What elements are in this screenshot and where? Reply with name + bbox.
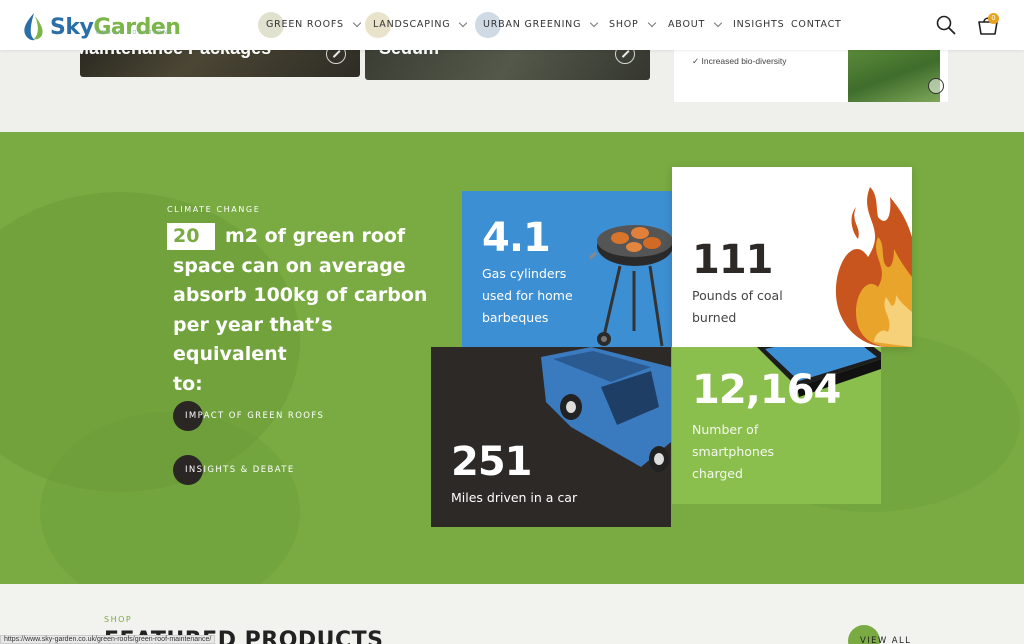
section-kicker: SHOP (104, 615, 133, 624)
nav-label: ABOUT (668, 19, 706, 30)
view-all-button[interactable]: VIEW ALL (860, 636, 911, 644)
logo[interactable]: SkyGarden (22, 10, 181, 44)
nav-label: INSIGHTS (733, 19, 785, 30)
cta-label: INSIGHTS & DEBATE (185, 465, 295, 475)
card-title: Maintenance Packages (80, 50, 271, 59)
search-icon[interactable] (936, 15, 956, 35)
headline-line: to: (173, 372, 203, 395)
logo-text-sky: Sky (50, 14, 94, 40)
benefit-item: ✓ Increased bio-diversity (692, 56, 787, 67)
stat-value: 4.1 (482, 215, 551, 261)
stat-desc-line: burned (692, 310, 737, 325)
climate-change-section: CLIMATE CHANGE 20 m2 of green roof space … (0, 132, 1024, 584)
card-sedum[interactable]: Sedum (365, 50, 650, 80)
leaf-drop-icon (24, 13, 43, 41)
headline-line: m2 of green roof (225, 225, 406, 247)
headline-line: per year that’s equivalent (173, 313, 333, 366)
green-roof-photo (848, 50, 940, 102)
arrow-circle-icon[interactable] (615, 50, 635, 64)
nav-label: CONTACT (791, 19, 842, 30)
stat-desc-line: barbeques (482, 310, 549, 325)
nav-green-roofs[interactable]: GREEN ROOFS (258, 12, 362, 38)
chevron-down-icon (590, 18, 599, 27)
stat-desc-line: Miles driven in a car (451, 490, 578, 505)
benefit-label: Increased bio-diversity (701, 56, 787, 66)
section-headline: 20 m2 of green roof space can on average … (167, 222, 447, 399)
nav-label: URBAN GREENING (483, 19, 582, 30)
stat-desc-line: charged (692, 466, 743, 481)
stat-desc-line: Gas cylinders (482, 266, 567, 281)
stat-desc-line: used for home (482, 288, 573, 303)
cta-label: IMPACT OF GREEN ROOFS (185, 411, 325, 421)
chevron-down-icon (647, 18, 656, 27)
stat-value: 251 (451, 439, 532, 485)
arrow-circle-icon[interactable] (326, 50, 346, 64)
section-kicker: CLIMATE CHANGE (167, 205, 261, 214)
stat-smartphones: 12,164 Number of smartphones charged (672, 347, 881, 504)
nav-contact[interactable]: CONTACT (791, 19, 842, 30)
status-bar-url: https://www.sky-garden.co.uk/green-roofs… (0, 635, 216, 644)
logo-tagline: GREEN SOLUTIONS (96, 30, 175, 36)
stat-desc-line: Number of (692, 422, 759, 437)
insights-debate-button[interactable]: INSIGHTS & DEBATE (173, 455, 293, 485)
stat-value: 12,164 (692, 367, 841, 413)
stat-gas-cylinders: 4.1 Gas cylinders used for home barbeque… (462, 191, 672, 347)
nav-urban-greening[interactable]: URBAN GREENING (475, 12, 599, 38)
nav-label: LANDSCAPING (373, 19, 451, 30)
headline-line: space can on average (173, 254, 406, 277)
nav-shop[interactable]: SHOP (609, 18, 656, 30)
barbecue-icon (590, 225, 672, 347)
highlight-number: 20 (167, 223, 215, 250)
card-maintenance[interactable]: Maintenance Packages (80, 50, 360, 77)
top-cards-strip: Maintenance Packages Sedum ✓ Increased b… (0, 50, 1024, 132)
nav-label: GREEN ROOFS (266, 19, 344, 30)
nav-about[interactable]: ABOUT (668, 18, 723, 30)
close-circle-icon[interactable] (928, 78, 944, 94)
stat-coal: 111 Pounds of coal burned (672, 167, 912, 347)
nav-insights[interactable]: INSIGHTS (733, 19, 784, 30)
stat-desc-line: smartphones (692, 444, 775, 459)
card-title: Sedum (379, 50, 439, 59)
stat-car-miles: 251 Miles driven in a car (431, 347, 671, 527)
chevron-down-icon (459, 18, 468, 27)
chevron-down-icon (713, 18, 723, 27)
check-icon: ✓ (692, 56, 700, 66)
stat-value: 111 (692, 237, 773, 283)
benefits-panel: ✓ Increased bio-diversity (674, 50, 948, 102)
site-header: SkyGarden GREEN SOLUTIONS GREEN ROOFS LA… (0, 0, 1024, 50)
chevron-down-icon (352, 18, 362, 27)
cart-count-badge: 0 (988, 13, 999, 24)
headline-line: absorb 100kg of carbon (173, 284, 428, 306)
nav-label: SHOP (609, 19, 639, 30)
stat-desc-line: Pounds of coal (692, 288, 783, 303)
impact-of-green-roofs-button[interactable]: IMPACT OF GREEN ROOFS (173, 401, 323, 431)
nav-landscaping[interactable]: LANDSCAPING (365, 12, 468, 38)
car-icon (541, 347, 671, 472)
flame-icon (835, 187, 912, 347)
